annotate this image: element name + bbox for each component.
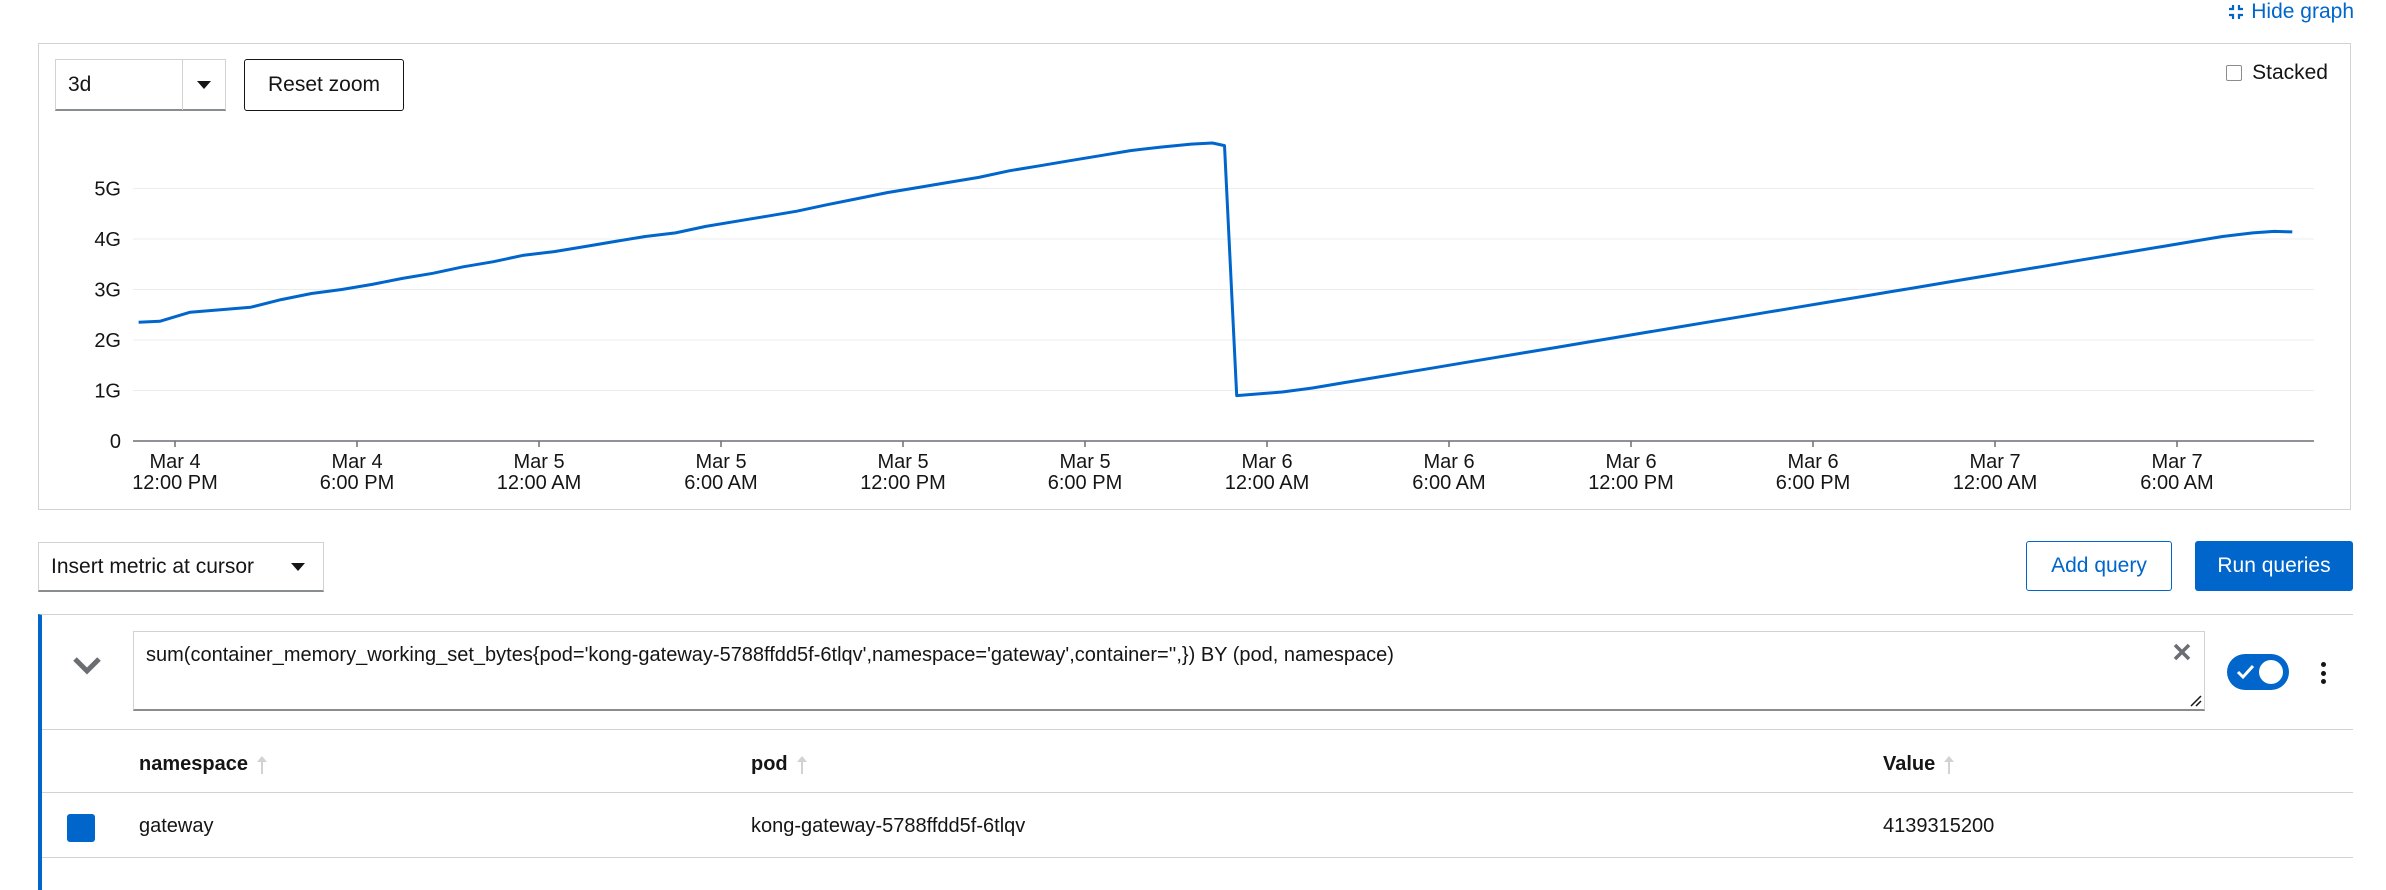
- x-tick-label: 6:00 PM: [1048, 472, 1122, 494]
- sort-icon: [256, 754, 268, 776]
- series-line[interactable]: [138, 141, 2293, 398]
- insert-metric-label: Insert metric at cursor: [51, 554, 255, 578]
- table-row[interactable]: gateway kong-gateway-5788ffdd5f-6tlqv 41…: [42, 794, 2353, 858]
- x-tick-label: 12:00 AM: [497, 472, 582, 494]
- query-panel: sum(container_memory_working_set_bytes{p…: [38, 614, 2353, 890]
- switch-knob: [2259, 660, 2283, 684]
- column-header-pod[interactable]: pod: [751, 753, 808, 776]
- x-tick-label: 12:00 AM: [1225, 472, 1310, 494]
- x-tick-label: Mar 5: [1059, 451, 1110, 473]
- column-header-namespace[interactable]: namespace: [139, 753, 268, 776]
- x-tick-label: Mar 7: [1969, 451, 2020, 473]
- cell-namespace: gateway: [139, 815, 214, 837]
- chevron-down-icon[interactable]: [72, 655, 102, 677]
- x-tick-label: Mar 6: [1605, 451, 1656, 473]
- y-tick-label: 5G: [94, 179, 121, 201]
- caret-down-icon: [183, 80, 225, 89]
- cell-pod: kong-gateway-5788ffdd5f-6tlqv: [751, 815, 1026, 837]
- x-tick-label: 12:00 AM: [1953, 472, 2038, 494]
- close-icon[interactable]: [2170, 640, 2194, 664]
- x-tick-label: Mar 6: [1787, 451, 1838, 473]
- x-tick-label: Mar 4: [331, 451, 382, 473]
- run-queries-button[interactable]: Run queries: [2195, 541, 2353, 591]
- compress-icon: [2227, 3, 2245, 21]
- y-tick-label: 0: [110, 431, 121, 453]
- graph-card: 0 1G 2G 3G 4G 5G Mar 4 12:00 PM Mar 4 6:00 PM Mar…: [38, 43, 2351, 510]
- column-header-value[interactable]: Value: [1883, 753, 1955, 776]
- x-tick-label: 6:00 AM: [1412, 472, 1485, 494]
- metrics-line-chart[interactable]: 01G2G3G4G5G Mar 412:00 PMMar 46:00 PMMar…: [39, 44, 2352, 511]
- y-tick-label: 3G: [94, 280, 121, 302]
- x-tick-label: 6:00 AM: [2140, 472, 2213, 494]
- y-tick-label: 4G: [94, 229, 121, 251]
- query-expression-input[interactable]: sum(container_memory_working_set_bytes{p…: [133, 631, 2205, 711]
- y-tick-label: 1G: [94, 381, 121, 403]
- x-tick-label: Mar 5: [877, 451, 928, 473]
- x-tick-label: Mar 5: [695, 451, 746, 473]
- stacked-label: Stacked: [2252, 61, 2328, 84]
- x-tick-label: 12:00 PM: [132, 472, 218, 494]
- x-tick-label: 12:00 PM: [1588, 472, 1674, 494]
- x-tick-label: Mar 5: [513, 451, 564, 473]
- add-query-button[interactable]: Add query: [2026, 541, 2172, 591]
- y-tick-label: 2G: [94, 330, 121, 352]
- table-header: namespace pod Value: [42, 731, 2353, 793]
- caret-down-icon: [273, 562, 323, 571]
- sort-icon: [1943, 754, 1955, 776]
- x-tick-label: Mar 7: [2151, 451, 2202, 473]
- hide-graph-label: Hide graph: [2251, 0, 2354, 23]
- x-tick-label: 6:00 PM: [1776, 472, 1850, 494]
- series-color-swatch[interactable]: [67, 814, 95, 842]
- x-tick-label: Mar 4: [149, 451, 200, 473]
- kebab-menu-icon[interactable]: [2315, 659, 2331, 687]
- hide-graph-link[interactable]: Hide graph: [2227, 0, 2354, 24]
- reset-zoom-button[interactable]: Reset zoom: [244, 59, 404, 111]
- x-tick-label: 6:00 AM: [684, 472, 757, 494]
- stacked-toggle[interactable]: Stacked: [2226, 61, 2328, 85]
- x-tick-label: 6:00 PM: [320, 472, 394, 494]
- x-tick-label: Mar 6: [1423, 451, 1474, 473]
- check-icon: [2236, 664, 2255, 680]
- cell-value: 4139315200: [1883, 815, 1995, 837]
- resize-handle-icon[interactable]: [2188, 693, 2202, 707]
- query-row: sum(container_memory_working_set_bytes{p…: [42, 615, 2353, 730]
- x-tick-label: 12:00 PM: [860, 472, 946, 494]
- query-enabled-switch[interactable]: [2227, 654, 2289, 690]
- stacked-checkbox[interactable]: [2226, 65, 2243, 81]
- x-tick-label: Mar 6: [1241, 451, 1292, 473]
- query-expression-text: sum(container_memory_working_set_bytes{p…: [146, 644, 1394, 666]
- sort-icon: [796, 754, 808, 776]
- insert-metric-dropdown[interactable]: Insert metric at cursor: [38, 542, 324, 592]
- timespan-value: 3d: [68, 72, 92, 96]
- timespan-dropdown[interactable]: 3d: [55, 59, 226, 111]
